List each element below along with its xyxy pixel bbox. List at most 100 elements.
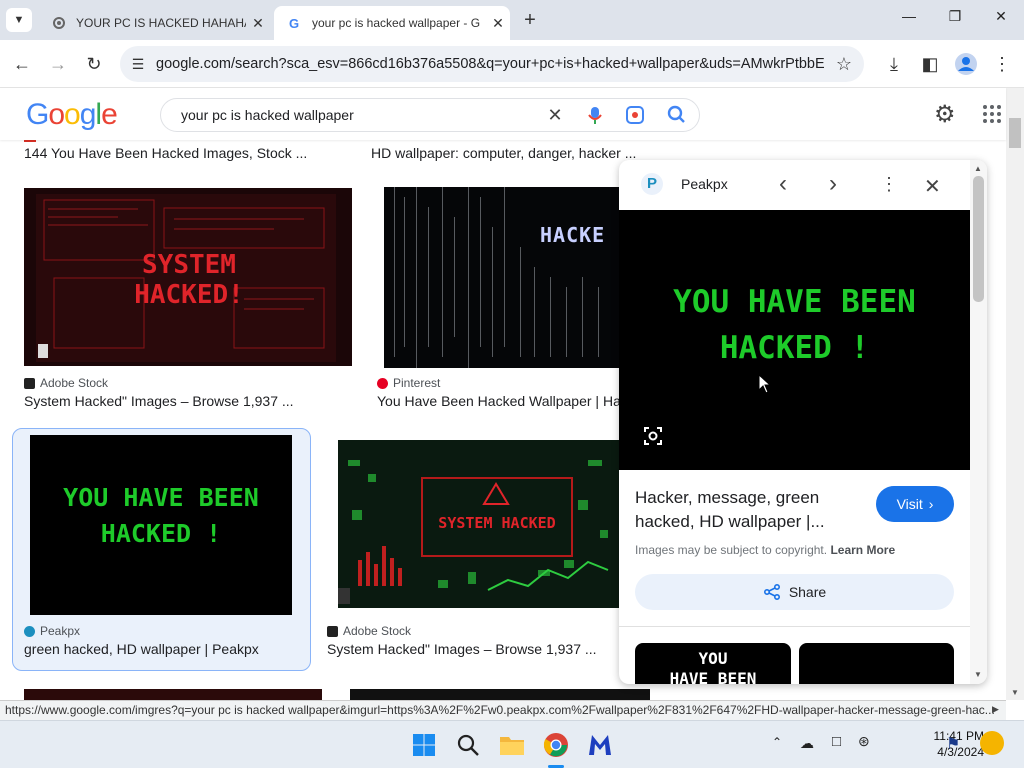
copilot-pre-icon[interactable] [980,731,1004,755]
new-tab-button[interactable]: + [518,8,542,32]
microphone-icon[interactable] [575,105,615,125]
tab-google-search[interactable]: G your pc is hacked wallpaper - G ✕ [274,6,510,40]
pinterest-favicon-icon [377,377,388,389]
windows-taskbar: ⌃ ☁ □ ⊛ 11:41 PM 4/3/2024 ⚑ [0,720,1024,768]
profile-avatar-icon[interactable] [952,50,980,78]
scroll-down-icon[interactable]: ▼ [1011,688,1019,697]
side-panel-icon[interactable]: ◧ [916,50,944,78]
close-tab-icon[interactable]: ✕ [246,15,270,32]
site-info-icon[interactable]: ☰ [120,56,156,73]
visit-button[interactable]: Visit › [876,486,954,522]
browser-toolbar: ← → ↻ ☰ google.com/search?sca_esv=866cd1… [0,40,1024,88]
copyright-text: Images may be subject to copyright. [635,543,828,557]
google-favicon-icon: G [289,16,299,30]
restore-button[interactable]: ❐ [932,8,978,32]
related-text: YOU [698,649,728,668]
close-panel-icon[interactable]: ✕ [924,174,941,199]
google-logo[interactable]: Google [26,98,118,132]
address-bar[interactable]: ☰ google.com/search?sca_esv=866cd16b376a… [120,46,864,82]
network-icon[interactable]: ⊛ [858,733,870,750]
result-title[interactable]: 144 You Have Been Hacked Images, Stock .… [24,145,354,161]
panel-scrollbar[interactable]: ▲ ▼ [970,160,987,684]
result-title[interactable]: HD wallpaper: computer, danger, hacker .… [371,145,671,161]
adobe-stock-favicon-icon [24,377,35,389]
panel-header: P Peakpx ‹ › ⋮ ✕ [619,160,970,210]
clear-search-icon[interactable]: ✕ [535,105,575,126]
settings-gear-icon[interactable]: ⚙ [934,100,956,129]
start-windows-icon[interactable] [408,729,440,761]
more-options-icon[interactable]: ⋮ [880,174,898,195]
result-source[interactable]: Peakpx [24,624,80,638]
art-text: YOU HAVE BEEN [63,483,259,512]
svg-text:G: G [289,16,299,30]
next-image-icon[interactable]: › [829,170,837,198]
panel-title[interactable]: Hacker, message, green hacked, HD wallpa… [635,486,855,534]
mouse-cursor-icon [758,374,772,394]
chrome-taskbar-icon[interactable] [540,729,572,761]
download-icon[interactable]: ⤓ [880,50,908,78]
panel-source-name[interactable]: Peakpx [681,176,728,192]
tab-title: YOUR PC IS HACKED HAHAHAH [76,16,246,30]
peakpx-logo-icon: P [641,173,663,195]
panel-scroll-thumb[interactable] [973,176,984,302]
lens-search-icon[interactable] [643,426,663,446]
result-title[interactable]: You Have Been Hacked Wallpaper | Ha [377,393,619,409]
scroll-up-icon[interactable]: ▲ [974,164,982,173]
onedrive-icon[interactable]: ☁ [800,735,814,752]
google-header: Google your pc is hacked wallpaper ✕ ⚙ [0,88,1006,140]
result-thumbnail-pinterest[interactable]: HACKE [384,187,620,368]
copyright-note: Images may be subject to copyright. Lear… [635,543,895,557]
tab-search-button[interactable]: ▼ [6,8,32,32]
show-hidden-icons-chevron[interactable]: ⌃ [772,735,782,749]
search-icon[interactable] [655,105,699,125]
apps-grid-icon[interactable] [982,104,1002,124]
status-scroll-right-icon[interactable]: ▶ [992,704,999,715]
result-source[interactable]: Adobe Stock [327,624,411,638]
chrome-menu-icon[interactable]: ⋮ [988,50,1016,78]
result-thumbnail-system-hacked[interactable]: SYSTEM HACKED! [24,188,352,366]
result-thumbnail-peakpx[interactable]: YOU HAVE BEEN HACKED ! [30,435,292,615]
result-source[interactable]: Adobe Stock [24,376,108,390]
file-explorer-icon[interactable] [496,729,528,761]
related-text: HAVE BEEN [669,669,757,684]
reload-icon[interactable]: ↻ [80,50,108,78]
related-image[interactable] [799,643,954,684]
share-button[interactable]: Share [635,574,954,610]
art-text: SYSTEM HACKED [438,514,556,532]
related-image[interactable]: YOU HAVE BEEN [635,643,791,684]
image-text-line: YOU HAVE BEEN [673,284,916,320]
result-title[interactable]: green hacked, HD wallpaper | Peakpx [24,641,304,657]
preview-image[interactable]: YOU HAVE BEEN HACKED ! [619,210,970,470]
close-window-button[interactable]: ✕ [978,8,1024,32]
art-text: SYSTEM HACKED! [134,250,244,310]
result-thumbnail-peek[interactable] [24,689,322,700]
previous-image-icon[interactable]: ‹ [779,170,787,198]
forward-arrow-icon[interactable]: → [44,50,72,78]
result-source[interactable]: Pinterest [377,376,440,390]
result-thumbnail-system-hacked-green[interactable]: SYSTEM HACKED [338,440,620,608]
minimize-button[interactable]: — [886,8,932,32]
matrix-image [394,187,599,368]
result-thumbnail-peek[interactable] [350,689,650,700]
display-icon[interactable]: □ [832,733,841,750]
search-input[interactable]: your pc is hacked wallpaper [181,107,535,123]
scroll-down-icon[interactable]: ▼ [974,670,982,679]
tab-hacked[interactable]: YOUR PC IS HACKED HAHAHAH ✕ [38,6,270,40]
notification-bell-icon[interactable]: ⚑ [946,734,960,754]
learn-more-link[interactable]: Learn More [830,543,895,557]
search-box[interactable]: your pc is hacked wallpaper ✕ [160,98,700,132]
page-scrollbar[interactable]: ▲ ▼ [1006,88,1024,700]
result-title[interactable]: System Hacked" Images – Browse 1,937 ... [327,641,619,657]
image-preview-panel: P Peakpx ‹ › ⋮ ✕ YOU HAVE BEEN HACKED ! … [619,160,987,684]
bookmark-star-icon[interactable]: ☆ [824,54,864,75]
url-text[interactable]: google.com/search?sca_esv=866cd16b376a55… [156,56,824,72]
link-status-bar: https://www.google.com/imgres?q=your pc … [0,700,1006,720]
art-text: HACKED ! [100,519,222,548]
search-icon[interactable] [452,729,484,761]
back-arrow-icon[interactable]: ← [8,50,36,78]
lens-icon[interactable] [615,105,655,125]
result-title[interactable]: System Hacked" Images – Browse 1,937 ... [24,393,354,409]
malwarebytes-icon[interactable] [584,729,616,761]
page-scroll-thumb[interactable] [1009,118,1021,148]
close-tab-icon[interactable]: ✕ [486,15,510,32]
